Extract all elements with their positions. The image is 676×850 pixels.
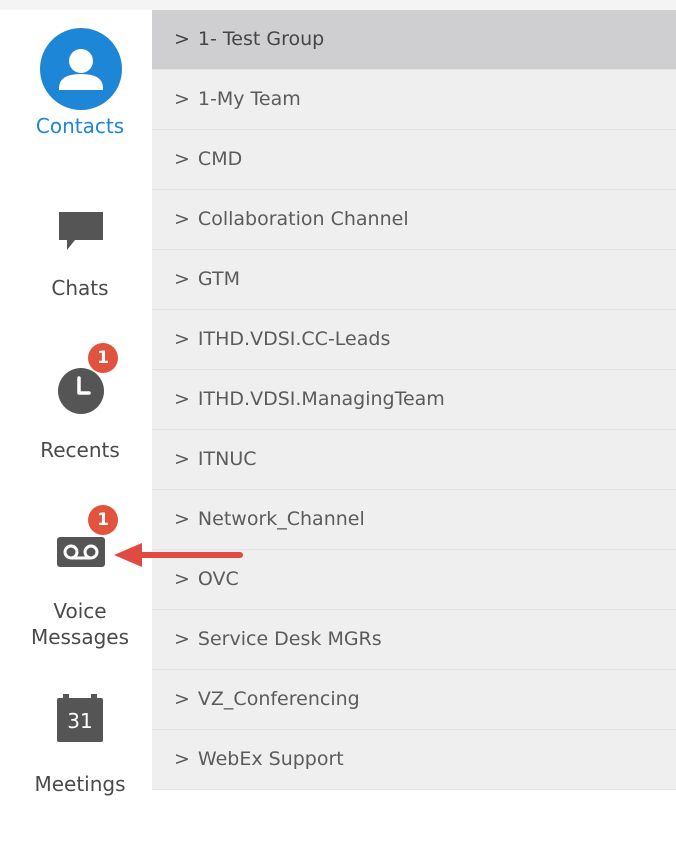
chevron-right-icon: >	[174, 28, 190, 50]
group-name: ITNUC	[197, 448, 257, 470]
nav-recents-label: Recents	[40, 438, 120, 462]
chevron-right-icon: >	[174, 508, 190, 530]
nav-voice-messages[interactable]: 1 Voice Messages	[0, 500, 152, 655]
group-name: ITHD.VDSI.ManagingTeam	[197, 388, 445, 410]
chevron-right-icon: >	[174, 88, 190, 110]
chevron-right-icon: >	[174, 148, 190, 170]
recents-badge: 1	[88, 343, 118, 373]
group-name: ITHD.VDSI.CC-Leads	[197, 328, 391, 350]
group-row[interactable]: >1-My Team	[152, 70, 676, 130]
list-empty-area	[152, 790, 676, 850]
group-name: WebEx Support	[197, 748, 344, 770]
group-name: GTM	[197, 268, 240, 290]
voice-messages-badge: 1	[88, 505, 118, 535]
calendar-icon: 31	[57, 694, 103, 742]
group-name: Collaboration Channel	[197, 208, 409, 230]
group-row[interactable]: >1- Test Group	[152, 10, 676, 70]
sidebar-nav: Contacts Chats 1 Recents 1 Voice Message…	[0, 10, 152, 850]
nav-chats-label: Chats	[51, 276, 109, 300]
group-name: 1- Test Group	[197, 28, 325, 50]
group-row[interactable]: > Collaboration Channel	[152, 190, 676, 250]
chevron-right-icon: >	[174, 268, 190, 290]
group-row[interactable]: > ITNUC	[152, 430, 676, 490]
group-name: Service Desk MGRs	[197, 628, 382, 650]
nav-recents[interactable]: 1 Recents	[0, 340, 152, 470]
group-row[interactable]: > GTM	[152, 250, 676, 310]
chevron-right-icon: >	[174, 388, 190, 410]
top-border	[0, 0, 676, 10]
chevron-right-icon: >	[174, 328, 190, 350]
group-name: VZ_Conferencing	[197, 688, 360, 710]
chevron-right-icon: >	[174, 688, 190, 710]
nav-meetings-label: Meetings	[34, 772, 126, 796]
group-row[interactable]: > ITHD.VDSI.CC-Leads	[152, 310, 676, 370]
group-row[interactable]: > CMD	[152, 130, 676, 190]
calendar-date: 31	[67, 709, 93, 733]
group-row[interactable]: > ITHD.VDSI.ManagingTeam	[152, 370, 676, 430]
chevron-right-icon: >	[174, 748, 190, 770]
nav-voice-label-line1: Voice	[53, 599, 107, 623]
group-row[interactable]: > WebEx Support	[152, 730, 676, 790]
group-name: 1-My Team	[197, 88, 301, 110]
chat-bubble-icon	[59, 212, 103, 250]
chevron-right-icon: >	[174, 448, 190, 470]
person-icon	[40, 28, 122, 110]
group-name: Network_Channel	[197, 508, 365, 530]
group-row[interactable]: > VZ_Conferencing	[152, 670, 676, 730]
nav-meetings[interactable]: 31 Meetings	[0, 685, 152, 805]
clock-icon	[58, 368, 104, 414]
chevron-right-icon: >	[174, 208, 190, 230]
nav-chats[interactable]: Chats	[0, 190, 152, 310]
nav-contacts[interactable]: Contacts	[0, 10, 152, 150]
chevron-right-icon: >	[174, 628, 190, 650]
voicemail-icon	[57, 537, 105, 567]
group-name: CMD	[197, 148, 243, 170]
group-row[interactable]: > Service Desk MGRs	[152, 610, 676, 670]
nav-contacts-label: Contacts	[35, 114, 125, 138]
annotation-arrow-icon	[114, 543, 243, 567]
nav-voice-label-line2: Messages	[30, 625, 130, 649]
